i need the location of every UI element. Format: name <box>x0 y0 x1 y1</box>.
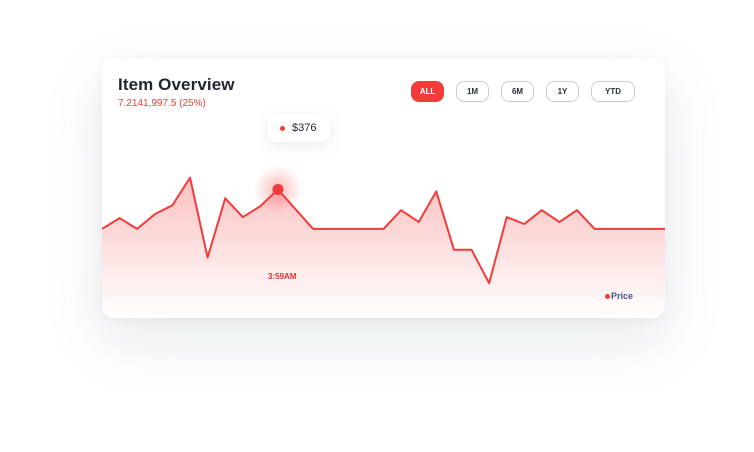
price-change-subtitle: 7.2141,997.5 (25%) <box>118 98 206 109</box>
range-ytd-button[interactable]: YTD <box>591 81 635 102</box>
price-area <box>102 177 665 318</box>
range-selector: ALL 1M 6M 1Y YTD <box>411 81 635 102</box>
series-dot-icon <box>280 125 285 131</box>
range-6m-button[interactable]: 6M <box>501 81 534 102</box>
range-1y-button[interactable]: 1Y <box>546 81 579 102</box>
legend-dot-icon <box>605 293 610 299</box>
range-all-button[interactable]: ALL <box>411 81 444 102</box>
item-overview-card: Item Overview 7.2141,997.5 (25%) ALL 1M … <box>102 58 665 318</box>
price-tooltip: $376 <box>268 114 330 142</box>
page-title: Item Overview <box>118 75 235 94</box>
legend-label: Price <box>611 291 634 301</box>
range-1m-button[interactable]: 1M <box>456 81 489 102</box>
highlight-point[interactable] <box>272 183 284 195</box>
chart-legend[interactable]: Price <box>605 291 633 301</box>
tooltip-value: $376 <box>292 122 317 134</box>
crosshair-time-label: 3:59AM <box>268 272 297 281</box>
